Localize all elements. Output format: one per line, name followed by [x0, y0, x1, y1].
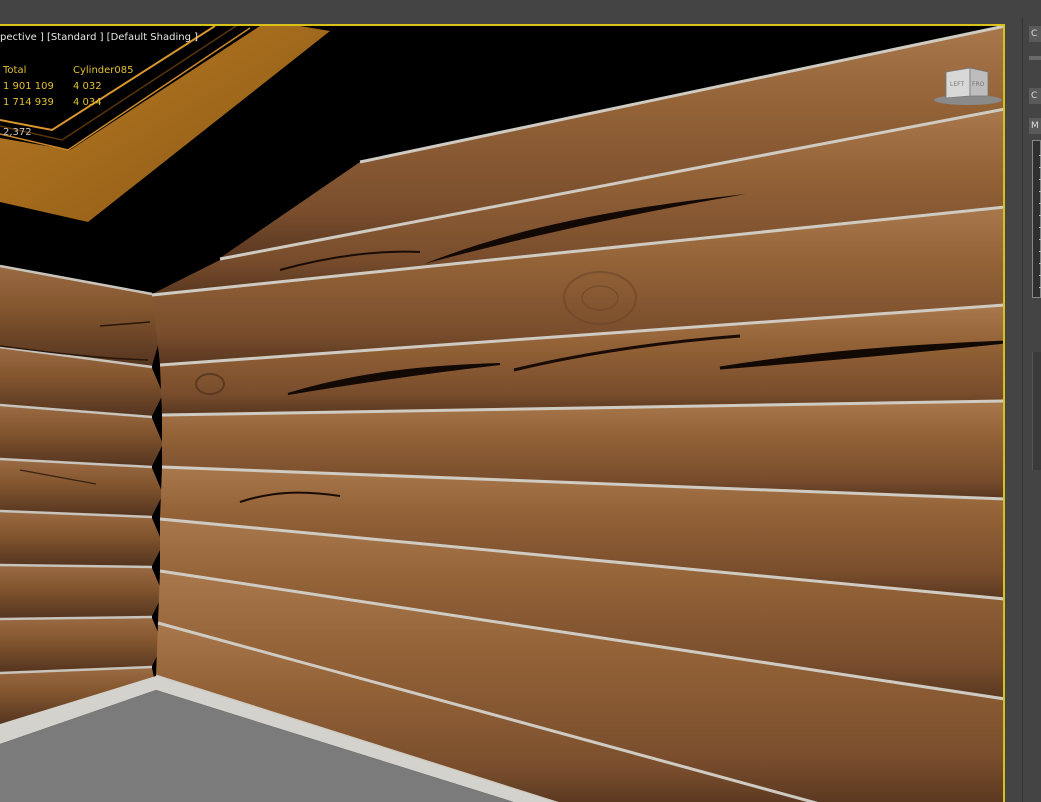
- stats-row-verts: 1 714 939 4 034: [3, 95, 134, 111]
- right-wall: [151, 26, 1003, 802]
- stats-col1: 1 901 109: [3, 81, 54, 92]
- stats-col2: 4 034: [73, 97, 102, 108]
- top-toolbar: [0, 0, 1041, 24]
- parameters-rollout[interactable]: [1032, 352, 1041, 470]
- command-panel-tab[interactable]: C: [1029, 88, 1041, 104]
- command-panel-separator: [1029, 56, 1041, 60]
- command-panel-tab[interactable]: C: [1029, 26, 1041, 42]
- viewcube-left-label: LEFT: [950, 81, 964, 88]
- viewcube-icon[interactable]: LEFT FRO: [932, 66, 1004, 106]
- panel-divider: [1022, 18, 1023, 802]
- statistics-overlay: Total Cylinder085 1 901 109 4 032 1 714 …: [3, 63, 134, 111]
- stats-row-header: Total Cylinder085: [3, 63, 134, 79]
- perspective-viewport[interactable]: pective ] [Standard ] [Default Shading ]…: [0, 24, 1005, 802]
- ceiling-trim: [0, 26, 330, 222]
- fps-readout: 2,372: [3, 127, 32, 138]
- stats-col1: 1 714 939: [3, 97, 54, 108]
- viewport-label[interactable]: pective ] [Standard ] [Default Shading ]: [0, 32, 198, 43]
- stats-col2: 4 032: [73, 81, 102, 92]
- left-wall: [0, 264, 163, 724]
- stats-row-polys: 1 901 109 4 032: [3, 79, 134, 95]
- viewcube-right-label: FRO: [972, 81, 985, 88]
- stats-col1: Total: [3, 65, 27, 76]
- scene-render[interactable]: [0, 26, 1005, 802]
- stats-col2: Cylinder085: [73, 65, 134, 76]
- modifier-list[interactable]: [1032, 140, 1041, 298]
- command-panel-tab[interactable]: M: [1029, 118, 1041, 134]
